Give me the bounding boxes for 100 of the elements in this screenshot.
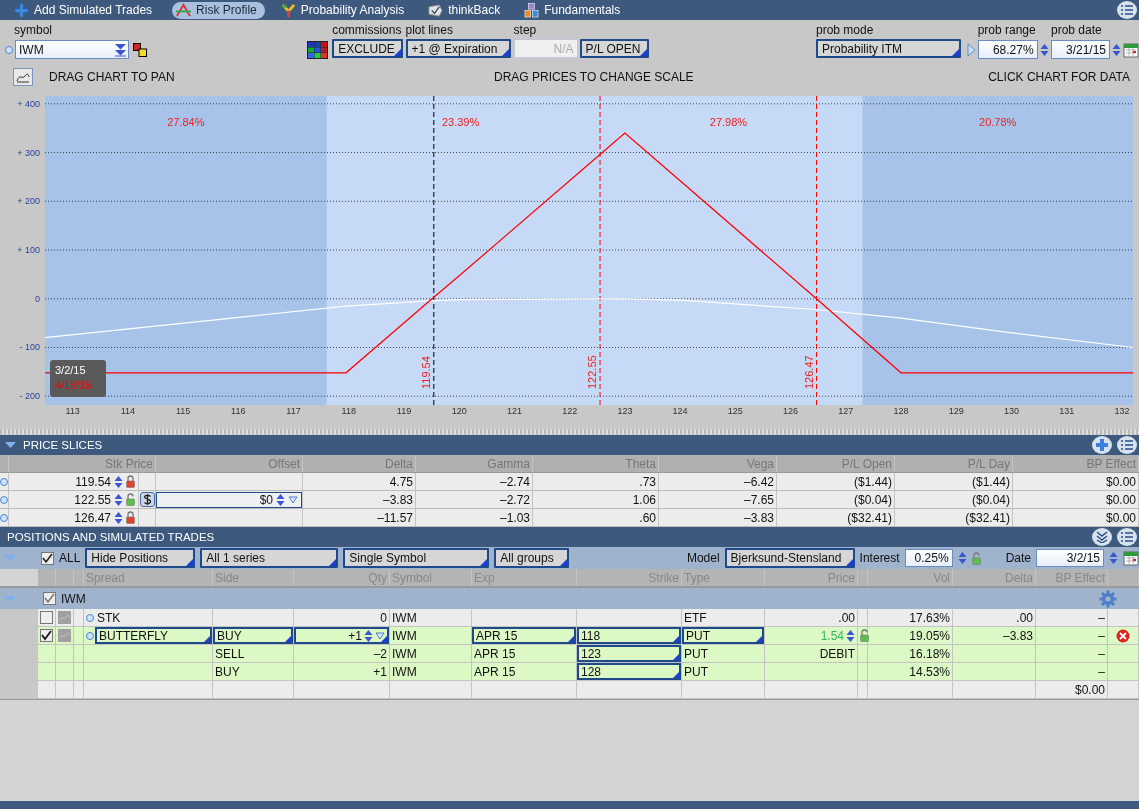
checkbox[interactable] xyxy=(40,629,53,642)
groups-dropdown[interactable]: All groups xyxy=(494,548,570,568)
tab[interactable]: Risk Profile xyxy=(172,1,265,19)
profile-icon xyxy=(176,2,192,18)
unlocked-icon[interactable] xyxy=(126,493,135,506)
spinner-icon[interactable] xyxy=(1112,42,1121,57)
chart-toggle-icon[interactable] xyxy=(58,611,71,624)
date-field[interactable]: 3/2/15 xyxy=(1036,549,1104,567)
color-grid-icon[interactable] xyxy=(307,40,329,59)
strike-dropdown[interactable]: 128 xyxy=(577,663,681,680)
price-slice-line[interactable] xyxy=(433,95,435,406)
spinner-icon[interactable] xyxy=(114,510,123,525)
prob-date-field[interactable]: 3/21/15 xyxy=(1051,40,1110,59)
axis-label: 0 xyxy=(35,293,40,304)
interest-field[interactable]: 0.25% xyxy=(904,549,953,567)
row-dot[interactable] xyxy=(0,495,8,504)
row-dot[interactable] xyxy=(86,613,94,622)
remove-icon[interactable] xyxy=(1116,628,1130,643)
menu-icon xyxy=(1121,532,1133,542)
chart-mode-button[interactable] xyxy=(13,68,33,86)
row-dot[interactable] xyxy=(86,631,94,640)
spinner-icon[interactable] xyxy=(114,492,123,507)
calendar-icon[interactable] xyxy=(1123,41,1139,58)
tab[interactable]: Add Simulated Trades xyxy=(10,1,161,19)
collapse-icon[interactable] xyxy=(5,441,16,449)
table-cell: –11.57 xyxy=(377,510,413,525)
row-header xyxy=(0,663,38,680)
series-dropdown[interactable]: All 1 series xyxy=(200,548,339,568)
prob-mode-dropdown[interactable]: Probability ITM xyxy=(816,39,961,58)
spinner-icon[interactable] xyxy=(114,474,123,489)
row-dot[interactable] xyxy=(0,477,8,486)
strike-dropdown[interactable]: 118 xyxy=(577,627,681,644)
symbol-mode-dropdown[interactable]: Single Symbol xyxy=(343,548,490,568)
axis-label: + 300 xyxy=(17,147,40,158)
double-chevron-icon xyxy=(1096,531,1108,543)
lock-icon[interactable] xyxy=(126,475,135,488)
table-row[interactable]: BUY +1 IWM APR 15 128 PUT 14.53% – xyxy=(0,663,1139,681)
field-label: Model xyxy=(686,551,720,565)
prob-range-field[interactable]: 68.27% xyxy=(977,40,1038,59)
table-row[interactable]: BUTTERFLY BUY +1 IWM APR 15 118 PUT 1.54 19.05% –3.83 – xyxy=(0,627,1139,645)
axis-label: 114 xyxy=(120,406,135,416)
probability-label: 27.98% xyxy=(709,116,748,128)
unlocked-icon[interactable] xyxy=(971,551,981,565)
column-header: P/L Day xyxy=(967,456,1010,471)
group-row[interactable]: IWM xyxy=(0,588,1139,609)
axis-label: 118 xyxy=(341,406,356,416)
table-cell: $0.00 xyxy=(1105,510,1136,525)
spread-dropdown[interactable]: BUTTERFLY xyxy=(95,627,212,644)
table-cell: ($32.41) xyxy=(965,510,1010,525)
checkbox[interactable] xyxy=(43,592,56,605)
commissions-dropdown[interactable]: EXCLUDE xyxy=(332,39,403,58)
lock-icon[interactable] xyxy=(126,511,135,524)
chart-toggle-icon[interactable] xyxy=(58,629,71,642)
positions-dropdown[interactable]: Hide Positions xyxy=(85,548,196,568)
spinner-icon[interactable] xyxy=(364,628,373,643)
collapse-all-button[interactable] xyxy=(1092,528,1112,546)
symbol-field[interactable]: IWM xyxy=(15,40,129,59)
type-dropdown[interactable]: PUT xyxy=(682,627,764,644)
table-cell: DEBIT xyxy=(819,646,855,661)
probability-label: 20.78% xyxy=(979,116,1017,128)
tab[interactable]: Fundamentals xyxy=(520,1,629,19)
pl-mode-dropdown[interactable]: P/L OPEN xyxy=(579,39,649,58)
menu-button[interactable] xyxy=(1117,436,1137,454)
unlocked-icon[interactable] xyxy=(860,629,869,642)
link-squares-icon[interactable] xyxy=(133,42,147,57)
table-cell: STK xyxy=(97,610,121,625)
column-header: Offset xyxy=(268,456,300,471)
table-row[interactable]: STK 0 IWM ETF .00 17.63% .00 – xyxy=(0,609,1139,627)
tab[interactable]: Probability Analysis xyxy=(276,1,413,19)
menu-button[interactable] xyxy=(1117,528,1137,546)
qty-dropdown[interactable]: +1 xyxy=(294,627,389,644)
table-cell: – xyxy=(1098,610,1105,625)
strike-dropdown[interactable]: 123 xyxy=(577,645,681,662)
table-row[interactable]: SELL –2 IWM APR 15 123 PUT DEBIT 16.18% – xyxy=(0,645,1139,663)
dollar-button[interactable] xyxy=(139,492,155,507)
play-arrow-icon[interactable] xyxy=(966,42,976,57)
model-dropdown[interactable]: Bjerksund-Stensland xyxy=(724,548,855,568)
tab[interactable]: thinkBack xyxy=(424,1,509,19)
row-dot[interactable] xyxy=(0,513,8,522)
table-cell: .60 xyxy=(639,510,656,525)
side-dropdown[interactable]: BUY xyxy=(213,627,293,644)
table-cell: $0.00 xyxy=(1105,492,1136,507)
table-cell: – xyxy=(1098,646,1105,661)
axis-label: 120 xyxy=(451,406,467,416)
double-arrow-icon[interactable] xyxy=(114,42,127,57)
calendar-icon[interactable] xyxy=(1123,550,1139,566)
spinner-icon[interactable] xyxy=(276,492,285,507)
slice-price-label: 122.55 xyxy=(586,355,599,389)
checkbox[interactable] xyxy=(41,551,54,565)
axis-label: + 400 xyxy=(17,98,40,109)
spinner-icon[interactable] xyxy=(846,628,855,643)
offset-field[interactable]: $0 xyxy=(156,491,302,508)
exp-dropdown[interactable]: APR 15 xyxy=(472,627,576,644)
status-dot xyxy=(5,45,13,54)
spinner-icon[interactable] xyxy=(1039,42,1049,57)
add-button[interactable] xyxy=(1092,436,1112,454)
settings-icon[interactable] xyxy=(1099,590,1117,608)
checkbox[interactable] xyxy=(40,611,53,624)
plot-lines-dropdown[interactable]: +1 @ Expiration xyxy=(405,39,511,58)
menu-button[interactable] xyxy=(1117,1,1137,19)
